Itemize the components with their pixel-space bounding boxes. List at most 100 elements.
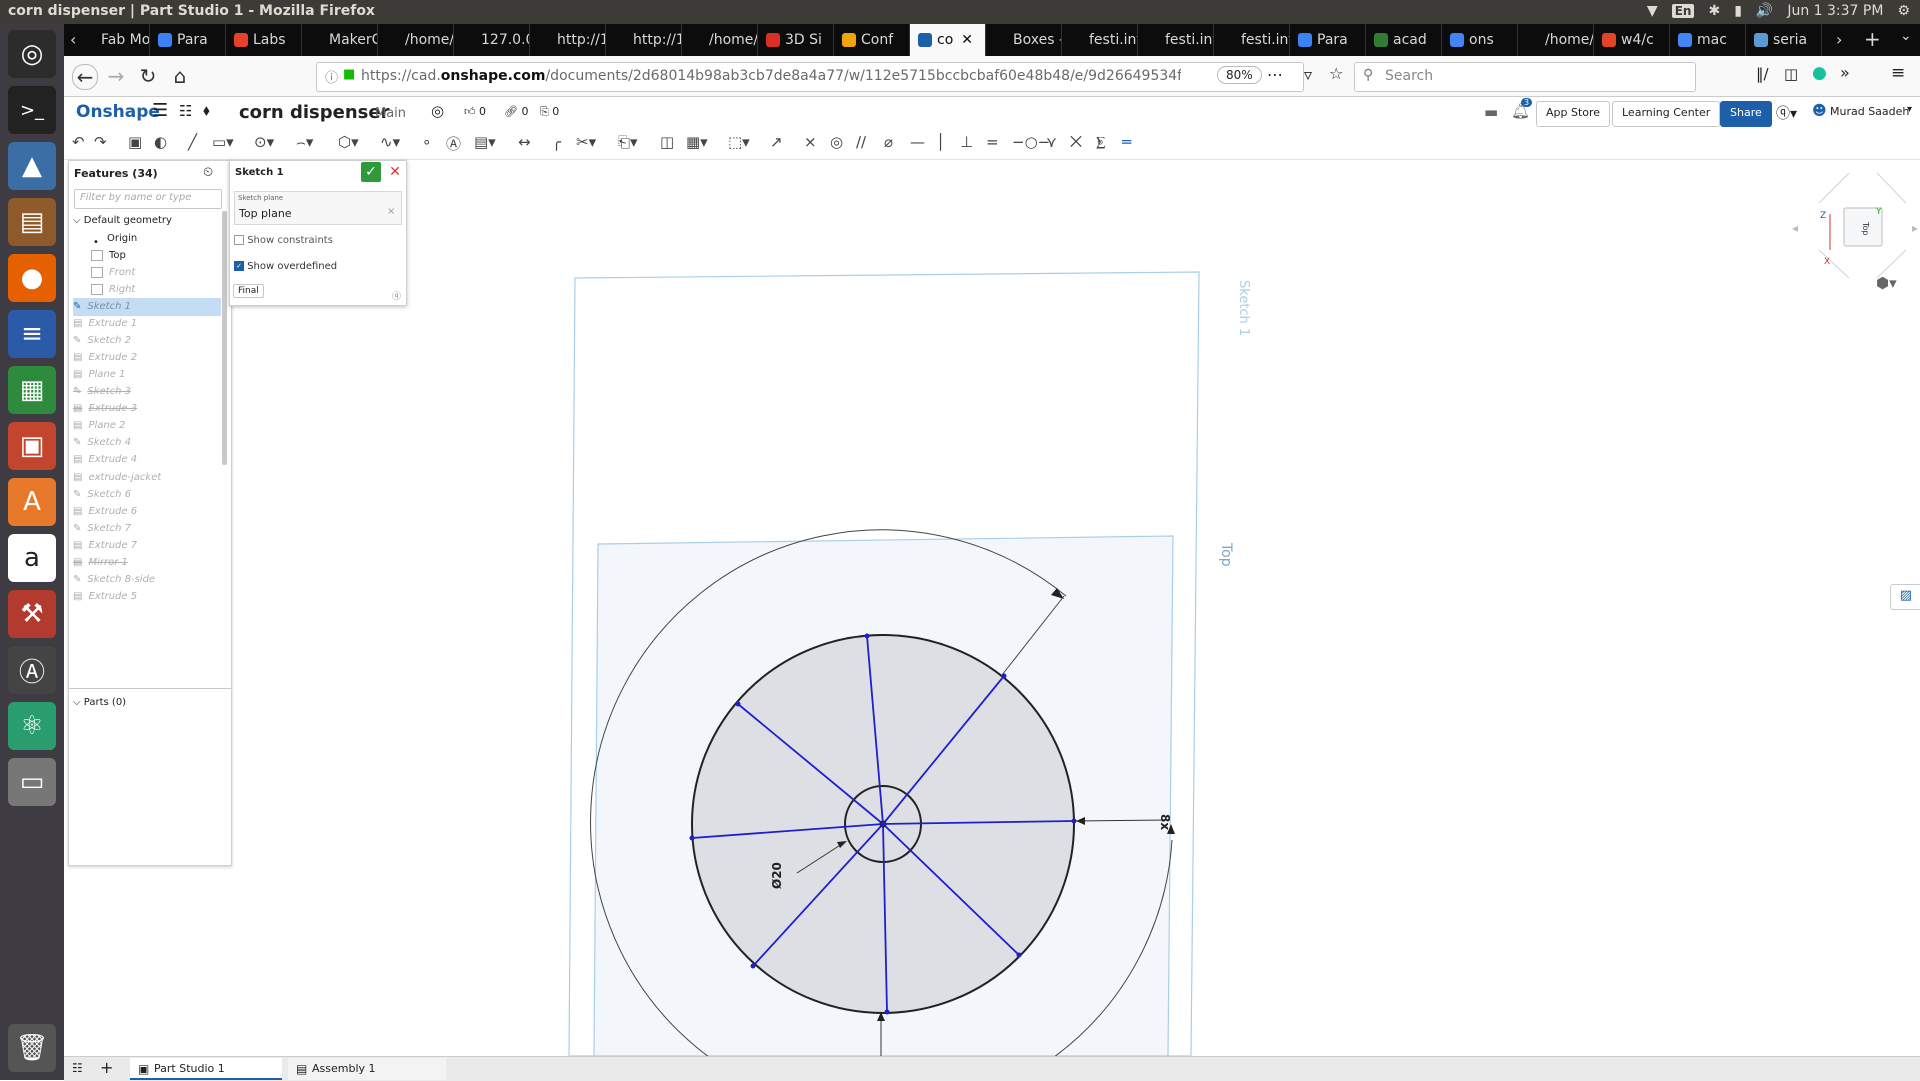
- show-constraints-checkbox[interactable]: [234, 235, 244, 245]
- diameter-dimension[interactable]: Ø20: [770, 862, 784, 889]
- share-button[interactable]: Share: [1720, 101, 1772, 127]
- onshape-logo[interactable]: Onshape: [76, 102, 160, 122]
- feature-item[interactable]: ▤ Extrude 7: [73, 537, 221, 555]
- vertical-icon[interactable]: │: [936, 133, 945, 151]
- back-icon[interactable]: ←: [72, 64, 98, 90]
- feature-item[interactable]: ▤ extrude-jacket: [73, 469, 221, 487]
- info-icon[interactable]: ⓘ: [325, 67, 338, 86]
- keyboard-layout[interactable]: En: [1671, 4, 1695, 18]
- browser-tab[interactable]: Boxes -: [986, 24, 1062, 56]
- clock[interactable]: Jun 1 3:37 PM: [1787, 3, 1883, 19]
- home-icon[interactable]: ⌂: [168, 64, 192, 88]
- browser-tab[interactable]: festi.inf: [1214, 24, 1290, 56]
- offset-icon[interactable]: ⎗▾: [618, 133, 638, 151]
- concentric-icon[interactable]: ◎: [830, 133, 843, 151]
- files-icon[interactable]: ▤: [8, 198, 56, 246]
- learning-center-button[interactable]: Learning Center: [1612, 101, 1721, 127]
- browser-tab[interactable]: /home/: [378, 24, 454, 56]
- horizontal-icon[interactable]: —: [910, 133, 925, 151]
- geometry-item[interactable]: Top: [91, 247, 239, 265]
- browser-tab[interactable]: Para: [150, 24, 226, 56]
- browser-tab[interactable]: ons: [1442, 24, 1518, 56]
- add-tab-icon[interactable]: +: [100, 1058, 113, 1077]
- feature-filter-input[interactable]: Filter by name or type: [74, 189, 222, 209]
- feature-item[interactable]: ▤ Extrude 5: [73, 588, 221, 606]
- browser-tab[interactable]: seria: [1746, 24, 1822, 56]
- links-count[interactable]: 🔗︎ 0: [504, 105, 528, 118]
- geometry-item[interactable]: Front: [91, 264, 239, 282]
- browser-tab[interactable]: Labs: [226, 24, 302, 56]
- tangent-icon[interactable]: ⌀: [884, 133, 893, 151]
- tab-assembly[interactable]: ▤ Assembly 1: [288, 1058, 446, 1080]
- perpendicular-icon[interactable]: ⊥: [960, 133, 973, 151]
- zoom-indicator[interactable]: 80%: [1217, 66, 1262, 84]
- feature-item[interactable]: ▤ Plane 1: [73, 366, 221, 384]
- sidebar-icon[interactable]: ◫: [1784, 65, 1798, 83]
- impress-icon[interactable]: ▣: [8, 422, 56, 470]
- page-actions-icon[interactable]: ⋯: [1267, 65, 1283, 84]
- rectangle-icon[interactable]: ▭▾: [212, 133, 234, 151]
- url-bar[interactable]: ⓘ ■ https://cad.onshape.com/documents/2d…: [316, 62, 1304, 92]
- transform-icon[interactable]: ⬚▾: [728, 133, 750, 151]
- project-icon[interactable]: ↗: [770, 133, 783, 151]
- mirror-icon[interactable]: ◫: [660, 133, 674, 151]
- help-icon[interactable]: ⓠ: [392, 289, 401, 302]
- view-options-icon[interactable]: ⬢▾: [1876, 274, 1897, 292]
- browser-tab[interactable]: co ✕: [910, 24, 986, 56]
- library-icon[interactable]: ‖∕: [1756, 65, 1769, 83]
- globe-icon[interactable]: ◎: [431, 102, 444, 120]
- user-name[interactable]: Murad Saadeh: [1830, 105, 1909, 118]
- updater-icon[interactable]: Ⓐ: [8, 646, 56, 694]
- writer-icon[interactable]: ≡: [8, 310, 56, 358]
- reload-icon[interactable]: ↻: [136, 64, 160, 88]
- fillet-icon[interactable]: ╭: [552, 133, 561, 151]
- pocket-icon[interactable]: ▿: [1304, 65, 1312, 84]
- feature-item[interactable]: ✎ Sketch 4: [73, 434, 221, 452]
- browser-tab[interactable]: w4/c: [1594, 24, 1670, 56]
- tab-manager-icon[interactable]: ☷: [72, 1061, 83, 1075]
- accept-check-icon[interactable]: ✓: [361, 162, 381, 182]
- feature-item[interactable]: ✎ Sketch 8-side: [73, 571, 221, 589]
- midpoint-icon[interactable]: −○−: [1012, 133, 1050, 151]
- show-overdefined-checkbox[interactable]: ✓: [234, 261, 244, 271]
- tab-part-studio[interactable]: ▣ Part Studio 1: [130, 1058, 282, 1080]
- comments-icon[interactable]: ▬: [1484, 103, 1498, 121]
- atom-icon[interactable]: ⚛: [8, 702, 56, 750]
- url-text[interactable]: https://cad.onshape.com/documents/2d6801…: [361, 68, 1181, 84]
- insert-icon[interactable]: ⬧: [203, 101, 210, 119]
- bluetooth-icon[interactable]: ✱: [1708, 3, 1720, 19]
- cad-app-icon[interactable]: ▲: [8, 142, 56, 190]
- copies-count[interactable]: ⎘ 0: [540, 105, 559, 119]
- sketch-dialog-title[interactable]: Sketch 1: [235, 167, 284, 178]
- use-projection-icon[interactable]: ◐: [154, 133, 167, 151]
- trim-icon[interactable]: ✂▾: [576, 133, 596, 151]
- construction-icon[interactable]: ▤▾: [474, 133, 496, 151]
- feature-list-icon[interactable]: ☷: [179, 102, 192, 120]
- feature-item[interactable]: ✎ Sketch 1: [73, 298, 221, 316]
- browser-tab[interactable]: festi.inf: [1138, 24, 1214, 56]
- pierce-icon[interactable]: ⨉: [1070, 133, 1082, 151]
- feature-item[interactable]: ✎ Sketch 2: [73, 332, 221, 350]
- browser-tab[interactable]: http://1: [606, 24, 682, 56]
- spline-icon[interactable]: ∿▾: [380, 133, 400, 151]
- ubuntu-dash-icon[interactable]: ◎: [8, 30, 56, 78]
- feature-item[interactable]: ▤ Plane 2: [73, 417, 221, 435]
- browser-tab[interactable]: Para: [1290, 24, 1366, 56]
- coincident-icon[interactable]: ⨯: [804, 133, 817, 151]
- battery-icon[interactable]: ▮: [1734, 3, 1742, 19]
- settings-icon[interactable]: ⚒: [8, 590, 56, 638]
- equal-icon[interactable]: =: [986, 133, 999, 151]
- clear-plane-icon[interactable]: ×: [387, 206, 395, 217]
- browser-tab[interactable]: 3D Si: [758, 24, 834, 56]
- feature-item[interactable]: ▤ Extrude 6: [73, 503, 221, 521]
- pattern-icon[interactable]: ▦▾: [686, 133, 708, 151]
- browser-tab[interactable]: mac: [1670, 24, 1746, 56]
- search-input[interactable]: ⚲ Search: [1354, 62, 1696, 92]
- feature-item[interactable]: ✎ Sketch 7: [73, 520, 221, 538]
- pattern-count-label[interactable]: 8x: [1158, 814, 1172, 830]
- help-icon[interactable]: ⓠ▾: [1776, 103, 1797, 123]
- browser-tab[interactable]: /home/: [682, 24, 758, 56]
- geometry-item[interactable]: • Origin: [91, 230, 239, 248]
- view-cube[interactable]: Top Z Y X ▸ ◂: [1792, 172, 1918, 279]
- browser-tab[interactable]: festi.inf: [1062, 24, 1138, 56]
